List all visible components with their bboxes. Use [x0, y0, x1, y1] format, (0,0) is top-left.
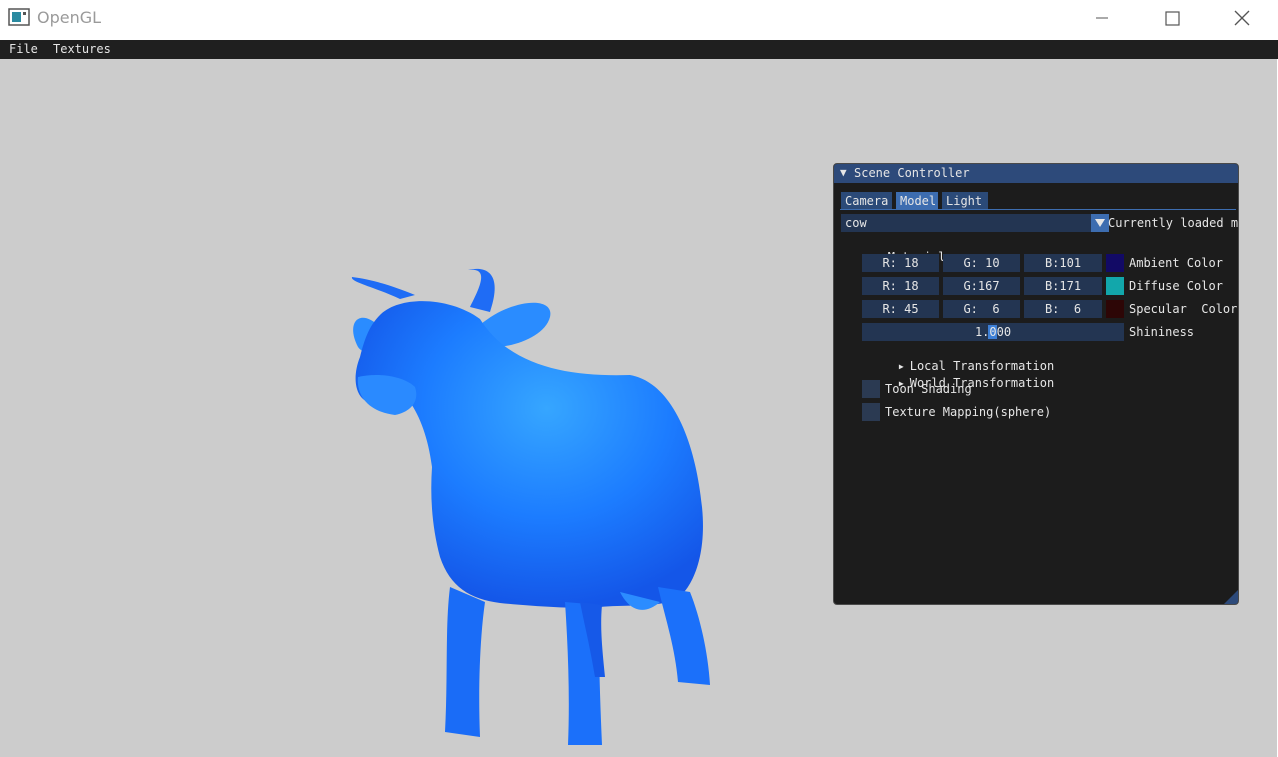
close-button[interactable]	[1218, 4, 1266, 32]
texture-mapping-label: Texture Mapping(sphere)	[885, 405, 1052, 419]
specular-r-field[interactable]: R: 45	[862, 300, 939, 318]
diffuse-b-field[interactable]: B:171	[1024, 277, 1102, 295]
window-title-bar: OpenGL	[0, 0, 1278, 40]
panel-title: Scene Controller	[854, 166, 970, 180]
cow-model	[351, 268, 710, 745]
specular-g-field[interactable]: G: 6	[943, 300, 1020, 318]
specular-color-label: Specular Color	[1129, 302, 1238, 316]
toon-shading-checkbox[interactable]	[862, 380, 880, 398]
resize-grip-icon[interactable]	[1224, 590, 1238, 604]
ambient-color-label: Ambient Color	[1129, 256, 1223, 270]
maximize-button[interactable]	[1148, 4, 1196, 32]
menu-file[interactable]: File	[9, 42, 38, 56]
ambient-b-field[interactable]: B:101	[1024, 254, 1102, 272]
shininess-label: Shininess	[1129, 325, 1195, 339]
menu-textures[interactable]: Textures	[53, 42, 111, 56]
tab-light[interactable]: Light	[942, 192, 988, 210]
collapse-arrow-icon[interactable]: ▼	[840, 166, 847, 179]
shininess-value: 1.000	[974, 325, 1012, 339]
close-icon	[1234, 10, 1250, 26]
minimize-button[interactable]	[1078, 4, 1126, 32]
specular-color-swatch[interactable]	[1106, 300, 1124, 318]
texture-mapping-checkbox[interactable]	[862, 403, 880, 421]
model-select[interactable]: cow	[841, 214, 1109, 232]
ambient-color-swatch[interactable]	[1106, 254, 1124, 272]
diffuse-r-field[interactable]: R: 18	[862, 277, 939, 295]
model-select-button[interactable]	[1091, 214, 1109, 232]
maximize-icon	[1165, 11, 1180, 26]
ambient-r-field[interactable]: R: 18	[862, 254, 939, 272]
tab-camera[interactable]: Camera	[841, 192, 892, 210]
diffuse-color-label: Diffuse Color	[1129, 279, 1223, 293]
model-select-value: cow	[845, 216, 867, 230]
diffuse-g-field[interactable]: G:167	[943, 277, 1020, 295]
diffuse-color-swatch[interactable]	[1106, 277, 1124, 295]
tab-underline	[840, 209, 1236, 210]
panel-title-bar[interactable]: ▼ Scene Controller	[834, 164, 1238, 183]
ambient-g-field[interactable]: G: 10	[943, 254, 1020, 272]
chevron-down-icon	[1095, 219, 1105, 227]
minimize-icon	[1096, 17, 1108, 19]
menu-bar: File Textures	[0, 40, 1278, 59]
app-icon	[8, 8, 30, 26]
specular-b-field[interactable]: B: 6	[1024, 300, 1102, 318]
window-title: OpenGL	[37, 8, 102, 27]
model-select-label: Currently loaded m	[1108, 216, 1239, 230]
scene-controller-panel[interactable]: ▼ Scene Controller Camera Model Light co…	[833, 163, 1239, 605]
shininess-slider[interactable]: 1.000	[862, 323, 1124, 341]
toon-shading-label: Toon Shading	[885, 382, 972, 396]
tab-model[interactable]: Model	[896, 192, 938, 210]
